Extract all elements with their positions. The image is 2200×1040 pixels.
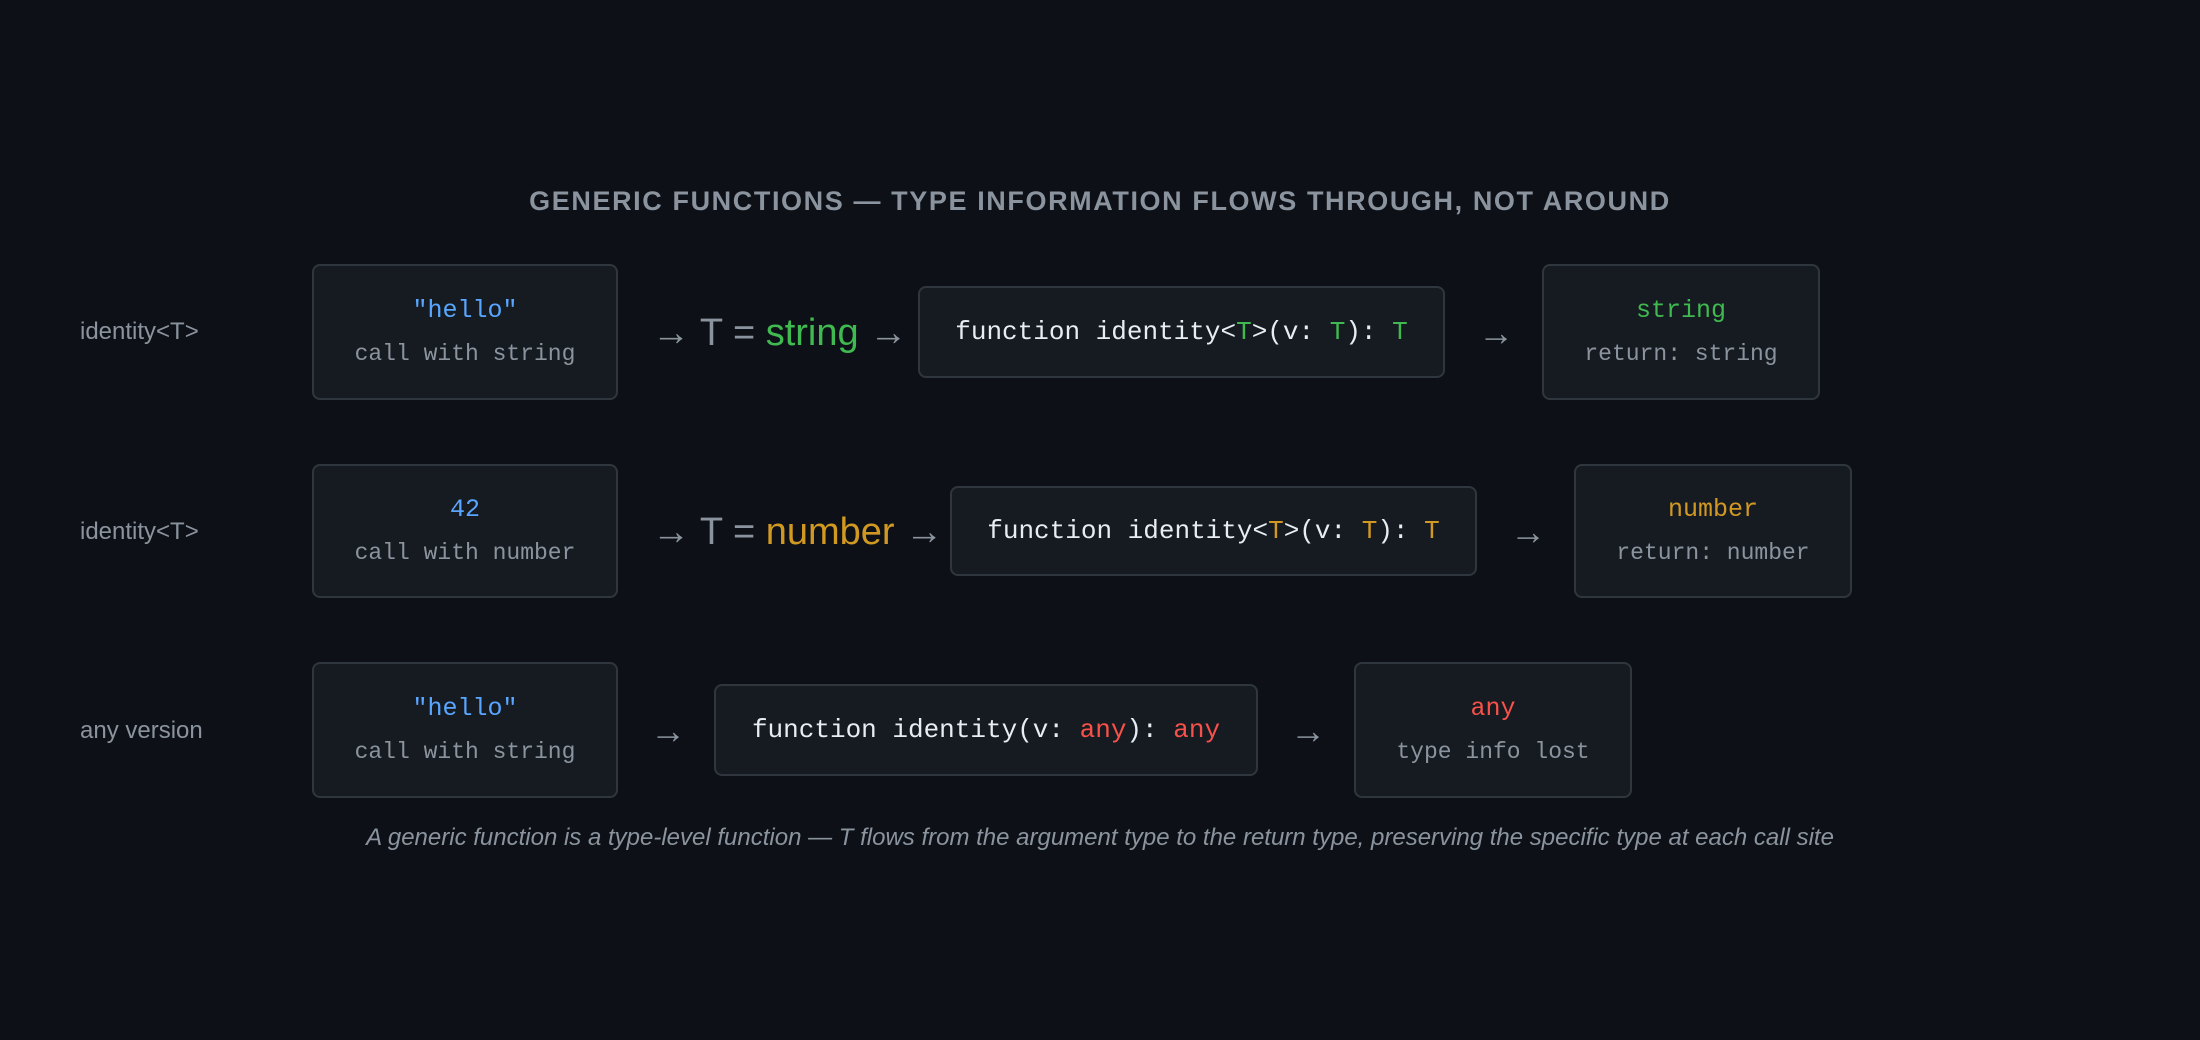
inferred-type: string: [765, 312, 859, 354]
fn-text: ):: [1377, 516, 1425, 546]
return-type: string: [1635, 296, 1726, 325]
row-label-identity-string: identity<T>: [80, 318, 199, 345]
arrow-icon: →: [652, 511, 690, 553]
type-inference-string: → T = string →: [652, 314, 907, 352]
input-description: call with string: [354, 739, 576, 765]
row-label-identity-number: identity<T>: [80, 518, 199, 545]
input-literal: 42: [449, 495, 480, 524]
type-param-label: T =: [699, 511, 766, 553]
type-param: T: [1361, 516, 1378, 546]
output-card-number: number return: number: [1574, 464, 1852, 598]
fn-text: ):: [1126, 715, 1174, 745]
function-signature-generic: function identity< T >(v: T): T: [950, 486, 1477, 576]
arrow-icon: →: [1478, 312, 1514, 353]
fn-text: function identity<: [955, 317, 1237, 347]
arrow-icon: →: [1510, 511, 1546, 552]
type-param: T: [1268, 516, 1284, 546]
any-type: any: [1079, 715, 1127, 745]
return-description: return: string: [1584, 341, 1778, 367]
arrow-icon: →: [650, 710, 686, 751]
type-param: T: [1392, 317, 1408, 347]
output-card-any: any type info lost: [1354, 662, 1632, 798]
arrow-icon: →: [905, 511, 944, 553]
output-card-string: string return: string: [1542, 264, 1820, 400]
return-type: number: [1667, 495, 1758, 524]
row-label-any-version: any version: [80, 717, 203, 744]
arrow-icon: →: [652, 312, 690, 354]
diagram-caption: A generic function is a type-level funct…: [366, 824, 1834, 851]
arrow-icon: →: [869, 312, 908, 354]
fn-text: ):: [1345, 317, 1393, 347]
fn-text: function identity(v:: [751, 715, 1080, 745]
function-signature-any: function identity(v: any): any: [714, 684, 1258, 776]
input-card-string: "hello" call with string: [312, 264, 618, 400]
input-literal: "hello": [412, 694, 518, 723]
fn-text: >(v:: [1251, 317, 1330, 347]
inferred-type: number: [765, 511, 895, 553]
arrow-icon: →: [1290, 710, 1326, 751]
type-param-label: T =: [699, 312, 766, 354]
input-card-number: 42 call with number: [312, 464, 618, 598]
return-type: any: [1470, 694, 1516, 723]
type-param: T: [1424, 516, 1440, 546]
input-literal: "hello": [412, 296, 518, 325]
fn-text: >(v:: [1283, 516, 1362, 546]
function-signature-generic: function identity< T >(v: T): T: [918, 286, 1445, 378]
input-card-any: "hello" call with string: [312, 662, 618, 798]
type-param: T: [1329, 317, 1346, 347]
input-description: call with number: [354, 540, 576, 566]
type-inference-number: → T = number →: [652, 513, 943, 551]
diagram-title: GENERIC FUNCTIONS — TYPE INFORMATION FLO…: [529, 186, 1671, 216]
input-description: call with string: [354, 341, 576, 367]
type-param: T: [1236, 317, 1252, 347]
any-type: any: [1173, 715, 1221, 745]
fn-text: function identity<: [987, 516, 1269, 546]
return-description: type info lost: [1396, 739, 1590, 765]
return-description: return: number: [1616, 540, 1810, 566]
